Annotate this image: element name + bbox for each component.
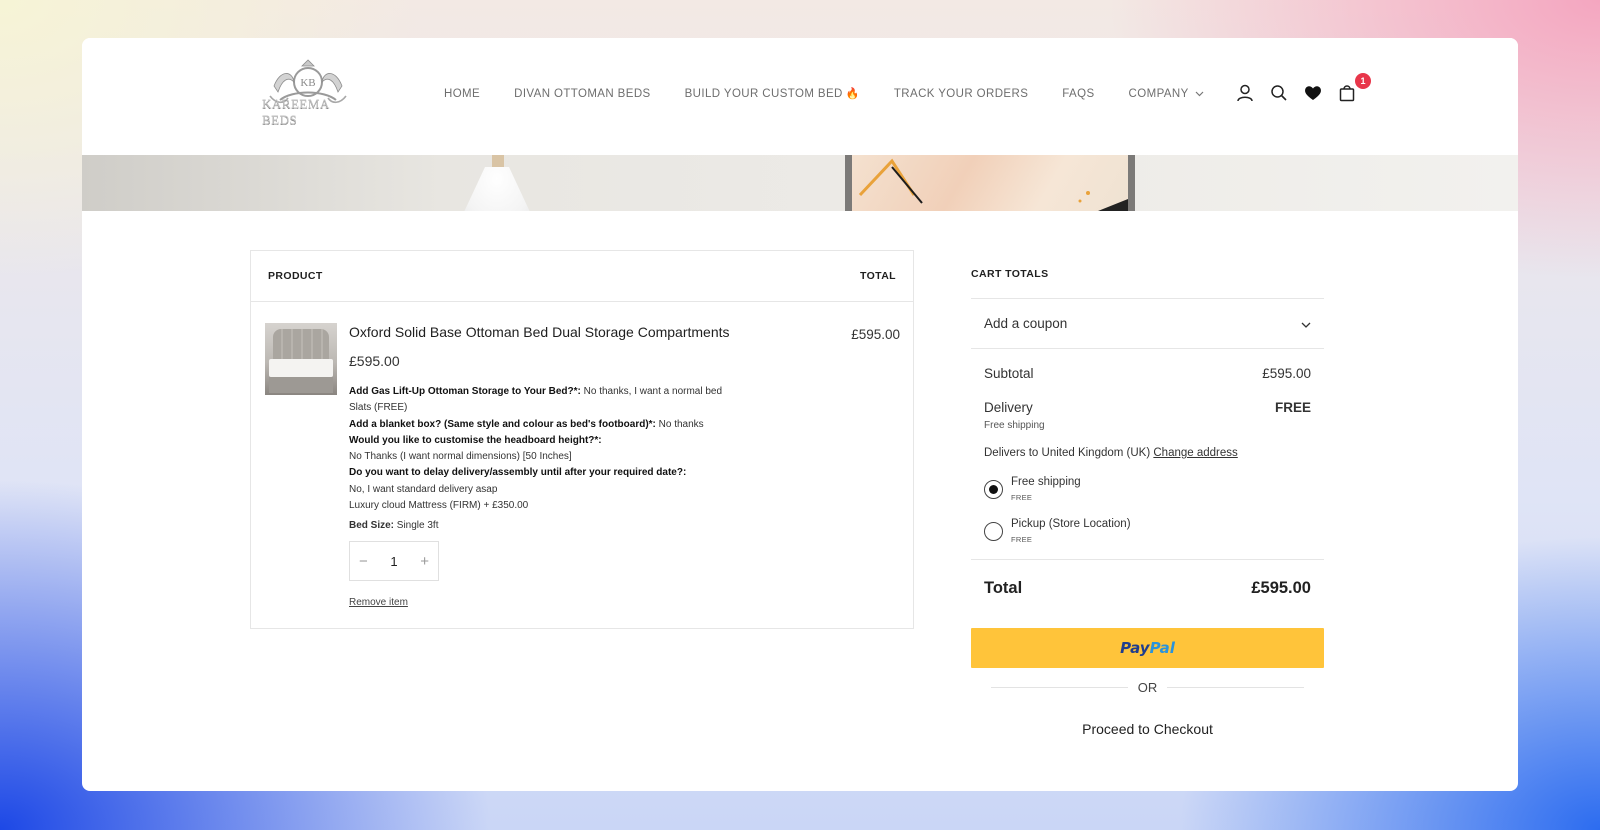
nav-track-orders[interactable]: TRACK YOUR ORDERS — [894, 87, 1028, 100]
wall-art-decor — [845, 155, 1135, 211]
hero-banner-image — [82, 155, 1518, 211]
option-line: Add Gas Lift-Up Ottoman Storage to Your … — [349, 386, 723, 397]
change-address-link[interactable]: Change address — [1153, 447, 1237, 459]
lamp-decor — [492, 155, 504, 169]
heart-icon[interactable] — [1303, 83, 1323, 103]
logo-text: KAREEMA BEDS — [262, 96, 330, 127]
product-price: £595.00 — [349, 353, 400, 369]
add-coupon-toggle[interactable]: Add a coupon — [971, 299, 1324, 349]
option-line: Luxury cloud Mattress (FIRM) + £350.00 — [349, 500, 529, 512]
search-icon[interactable] — [1269, 83, 1289, 103]
product-thumbnail[interactable] — [265, 323, 337, 395]
chevron-down-icon — [1195, 88, 1204, 100]
shipping-option-name: Pickup (Store Location) — [1011, 518, 1131, 530]
cart-totals: CART TOTALS Add a coupon Subtotal £595.0… — [971, 250, 1324, 737]
decrease-quantity-button[interactable]: − — [359, 553, 368, 570]
bed-size: Bed Size: Single 3ft — [349, 520, 439, 532]
main-nav: HOME DIVAN OTTOMAN BEDS BUILD YOUR CUSTO… — [444, 87, 1238, 100]
paypal-button[interactable]: Pay Pal — [971, 628, 1324, 668]
shipping-option-free[interactable]: Free shipping FREE — [971, 476, 1324, 502]
product-options: Add Gas Lift-Up Ottoman Storage to Your … — [349, 384, 769, 514]
shopping-bag-icon[interactable]: 1 — [1337, 73, 1371, 103]
site-logo[interactable]: KB KAREEMA BEDS — [262, 56, 354, 128]
subtotal-row: Subtotal £595.00 — [971, 366, 1324, 381]
column-product: PRODUCT — [268, 270, 323, 282]
total-label: Total — [984, 578, 1023, 597]
option-line: Add a blanket box? (Same style and colou… — [349, 418, 704, 430]
quantity-value[interactable]: 1 — [390, 554, 397, 569]
total-value: £595.00 — [1251, 578, 1311, 597]
paypal-logo-pal: Pal — [1149, 639, 1175, 657]
shipping-option-price: FREE — [1011, 493, 1033, 502]
delivery-label: Delivery — [984, 400, 1033, 415]
site-header: KB KAREEMA BEDS HOME DIVAN OTTOMAN BEDS … — [82, 38, 1518, 155]
option-line: Would you like to customise the headboar… — [349, 434, 602, 446]
nav-company[interactable]: COMPANY — [1129, 87, 1204, 100]
delivery-note: Free shipping — [984, 420, 1045, 431]
header-icons: 1 — [1235, 73, 1371, 103]
svg-text:KB: KB — [300, 77, 315, 89]
cart-item: Oxford Solid Base Ottoman Bed Dual Stora… — [251, 302, 913, 629]
chevron-down-icon — [1301, 316, 1311, 331]
nav-faqs[interactable]: FAQS — [1062, 87, 1094, 100]
nav-home[interactable]: HOME — [444, 87, 480, 100]
proceed-to-checkout-button[interactable]: Proceed to Checkout — [971, 721, 1324, 737]
flame-icon: 🔥 — [845, 88, 860, 100]
delivery-row: Delivery FREE — [971, 400, 1324, 415]
increase-quantity-button[interactable]: + — [420, 553, 429, 570]
subtotal-label: Subtotal — [984, 366, 1034, 381]
quantity-stepper: − 1 + — [349, 541, 439, 582]
cart-count-badge: 1 — [1355, 73, 1371, 89]
nav-build-custom-bed[interactable]: BUILD YOUR CUSTOM BED 🔥 — [685, 87, 860, 101]
product-name[interactable]: Oxford Solid Base Ottoman Bed Dual Stora… — [349, 324, 769, 340]
lamp-shade-decor — [457, 167, 537, 211]
option-line: Slats (FREE) — [349, 402, 408, 414]
cart-table-header: PRODUCT TOTAL — [251, 251, 913, 302]
delivers-to: Delivers to United Kingdom (UK) Change a… — [984, 447, 1238, 459]
line-total: £595.00 — [851, 327, 900, 342]
or-divider: OR — [971, 680, 1324, 695]
radio-selected[interactable] — [984, 480, 1003, 499]
shipping-option-pickup[interactable]: Pickup (Store Location) FREE — [971, 518, 1324, 544]
cart-totals-title: CART TOTALS — [971, 250, 1324, 299]
column-total: TOTAL — [859, 270, 896, 282]
option-line: No Thanks (I want normal dimensions) [50… — [349, 451, 572, 463]
option-line: Do you want to delay delivery/assembly u… — [349, 467, 687, 479]
page-window: KB KAREEMA BEDS HOME DIVAN OTTOMAN BEDS … — [82, 38, 1518, 791]
user-icon[interactable] — [1235, 83, 1255, 103]
shipping-option-price: FREE — [1011, 535, 1033, 544]
radio-unselected[interactable] — [984, 522, 1003, 541]
subtotal-value: £595.00 — [1262, 366, 1311, 381]
remove-item-link[interactable]: Remove item — [349, 597, 769, 608]
total-row: Total £595.00 — [971, 559, 1324, 616]
delivery-value: FREE — [1274, 400, 1311, 415]
paypal-logo-pay: Pay — [1120, 639, 1150, 657]
shipping-option-name: Free shipping — [1011, 476, 1081, 488]
cart-table: PRODUCT TOTAL Oxford Solid Base Ottoman … — [250, 250, 914, 629]
option-line: No, I want standard delivery asap — [349, 483, 498, 495]
coupon-label: Add a coupon — [984, 316, 1068, 331]
nav-divan-ottoman-beds[interactable]: DIVAN OTTOMAN BEDS — [514, 87, 651, 100]
